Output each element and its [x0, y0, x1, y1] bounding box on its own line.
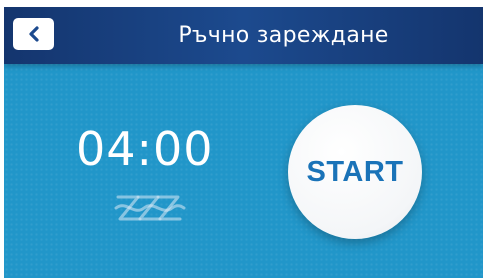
start-button[interactable]: START [288, 105, 422, 239]
timer-display: 04:00 [76, 122, 214, 176]
back-button[interactable] [13, 18, 54, 50]
start-button-label: START [306, 155, 404, 188]
header-bar: Ръчно зареждане [4, 7, 483, 64]
page-title: Ръчно зареждане [178, 23, 389, 48]
manual-charge-screen: Ръчно зареждане 04:00 START [4, 7, 483, 278]
chevron-left-icon [28, 26, 39, 42]
heating-disabled-icon [114, 195, 186, 221]
